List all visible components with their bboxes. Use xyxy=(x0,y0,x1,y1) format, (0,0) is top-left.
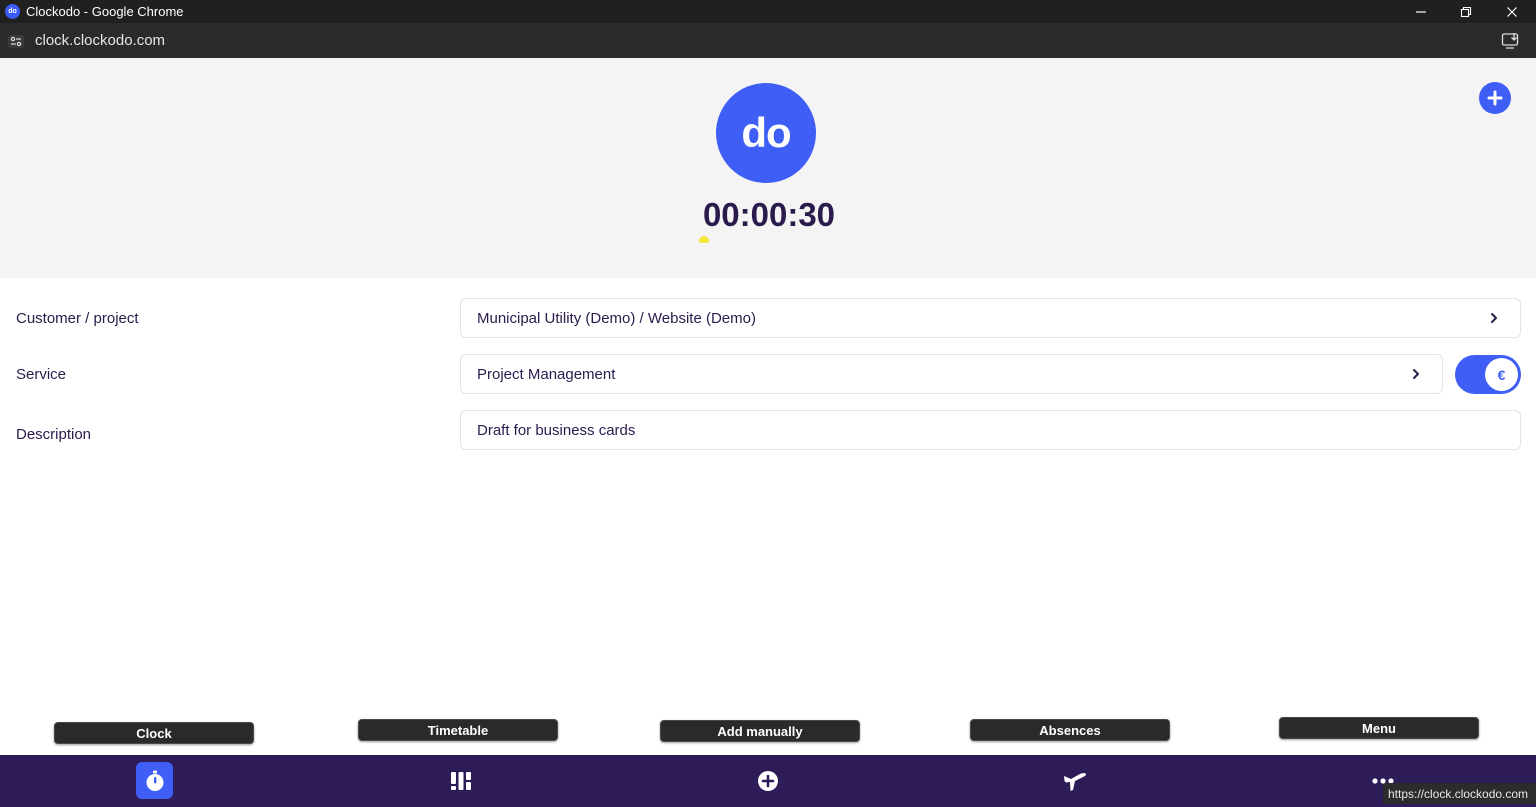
mouse-cursor-highlight xyxy=(699,236,709,243)
url-text[interactable]: clock.clockodo.com xyxy=(35,32,165,49)
euro-icon: € xyxy=(1485,358,1518,391)
clockodo-favicon-icon: do xyxy=(5,4,20,19)
service-label: Service xyxy=(16,366,67,383)
link-status-bubble: https://clock.clockodo.com xyxy=(1383,783,1536,804)
close-icon xyxy=(1507,6,1517,17)
nav-add-manually-button[interactable] xyxy=(747,755,789,807)
clockodo-logo: do xyxy=(716,83,816,183)
airplane-icon xyxy=(1064,773,1087,791)
menu-tooltip: Menu xyxy=(1279,717,1479,739)
billable-toggle[interactable]: € xyxy=(1455,355,1521,394)
clock-header: do 00:00:30 xyxy=(0,58,1536,278)
restore-icon xyxy=(1460,6,1472,17)
timetable-icon xyxy=(451,772,471,790)
stopwatch-icon xyxy=(146,770,163,791)
chevron-right-icon xyxy=(1413,369,1419,379)
timetable-tooltip: Timetable xyxy=(358,719,558,741)
service-value: Project Management xyxy=(477,365,616,383)
customer-project-value: Municipal Utility (Demo) / Website (Demo… xyxy=(477,309,756,327)
description-label: Description xyxy=(16,426,92,443)
add-entry-button[interactable] xyxy=(1479,82,1511,114)
running-timer: 00:00:30 xyxy=(0,196,1536,234)
close-window-button[interactable] xyxy=(1489,0,1535,23)
clock-tooltip: Clock xyxy=(54,722,254,744)
minimize-icon xyxy=(1416,10,1426,13)
restore-button[interactable] xyxy=(1443,0,1489,23)
install-app-icon[interactable] xyxy=(1501,32,1521,50)
address-bar[interactable]: clock.clockodo.com xyxy=(0,23,1536,58)
plus-circle-icon xyxy=(758,771,778,791)
description-value: Draft for business cards xyxy=(477,421,636,439)
plus-icon xyxy=(1487,90,1503,106)
window-title: Clockodo - Google Chrome xyxy=(26,4,184,19)
chevron-right-icon xyxy=(1491,313,1497,323)
customer-project-field[interactable]: Municipal Utility (Demo) / Website (Demo… xyxy=(460,298,1521,338)
site-settings-icon[interactable] xyxy=(6,31,26,51)
nav-timetable-button[interactable] xyxy=(440,755,482,807)
nav-absences-button[interactable] xyxy=(1054,755,1096,807)
browser-title-bar: do Clockodo - Google Chrome xyxy=(0,0,1536,23)
service-field[interactable]: Project Management xyxy=(460,354,1443,394)
description-input[interactable]: Draft for business cards xyxy=(460,410,1521,450)
nav-clock-button[interactable] xyxy=(136,762,173,799)
minimize-button[interactable] xyxy=(1398,0,1444,23)
timer-value: 00:00:30 xyxy=(702,196,836,233)
customer-project-label: Customer / project xyxy=(16,310,139,327)
absences-tooltip: Absences xyxy=(970,719,1170,741)
bottom-navigation xyxy=(0,755,1536,807)
add-manually-tooltip: Add manually xyxy=(660,720,860,742)
